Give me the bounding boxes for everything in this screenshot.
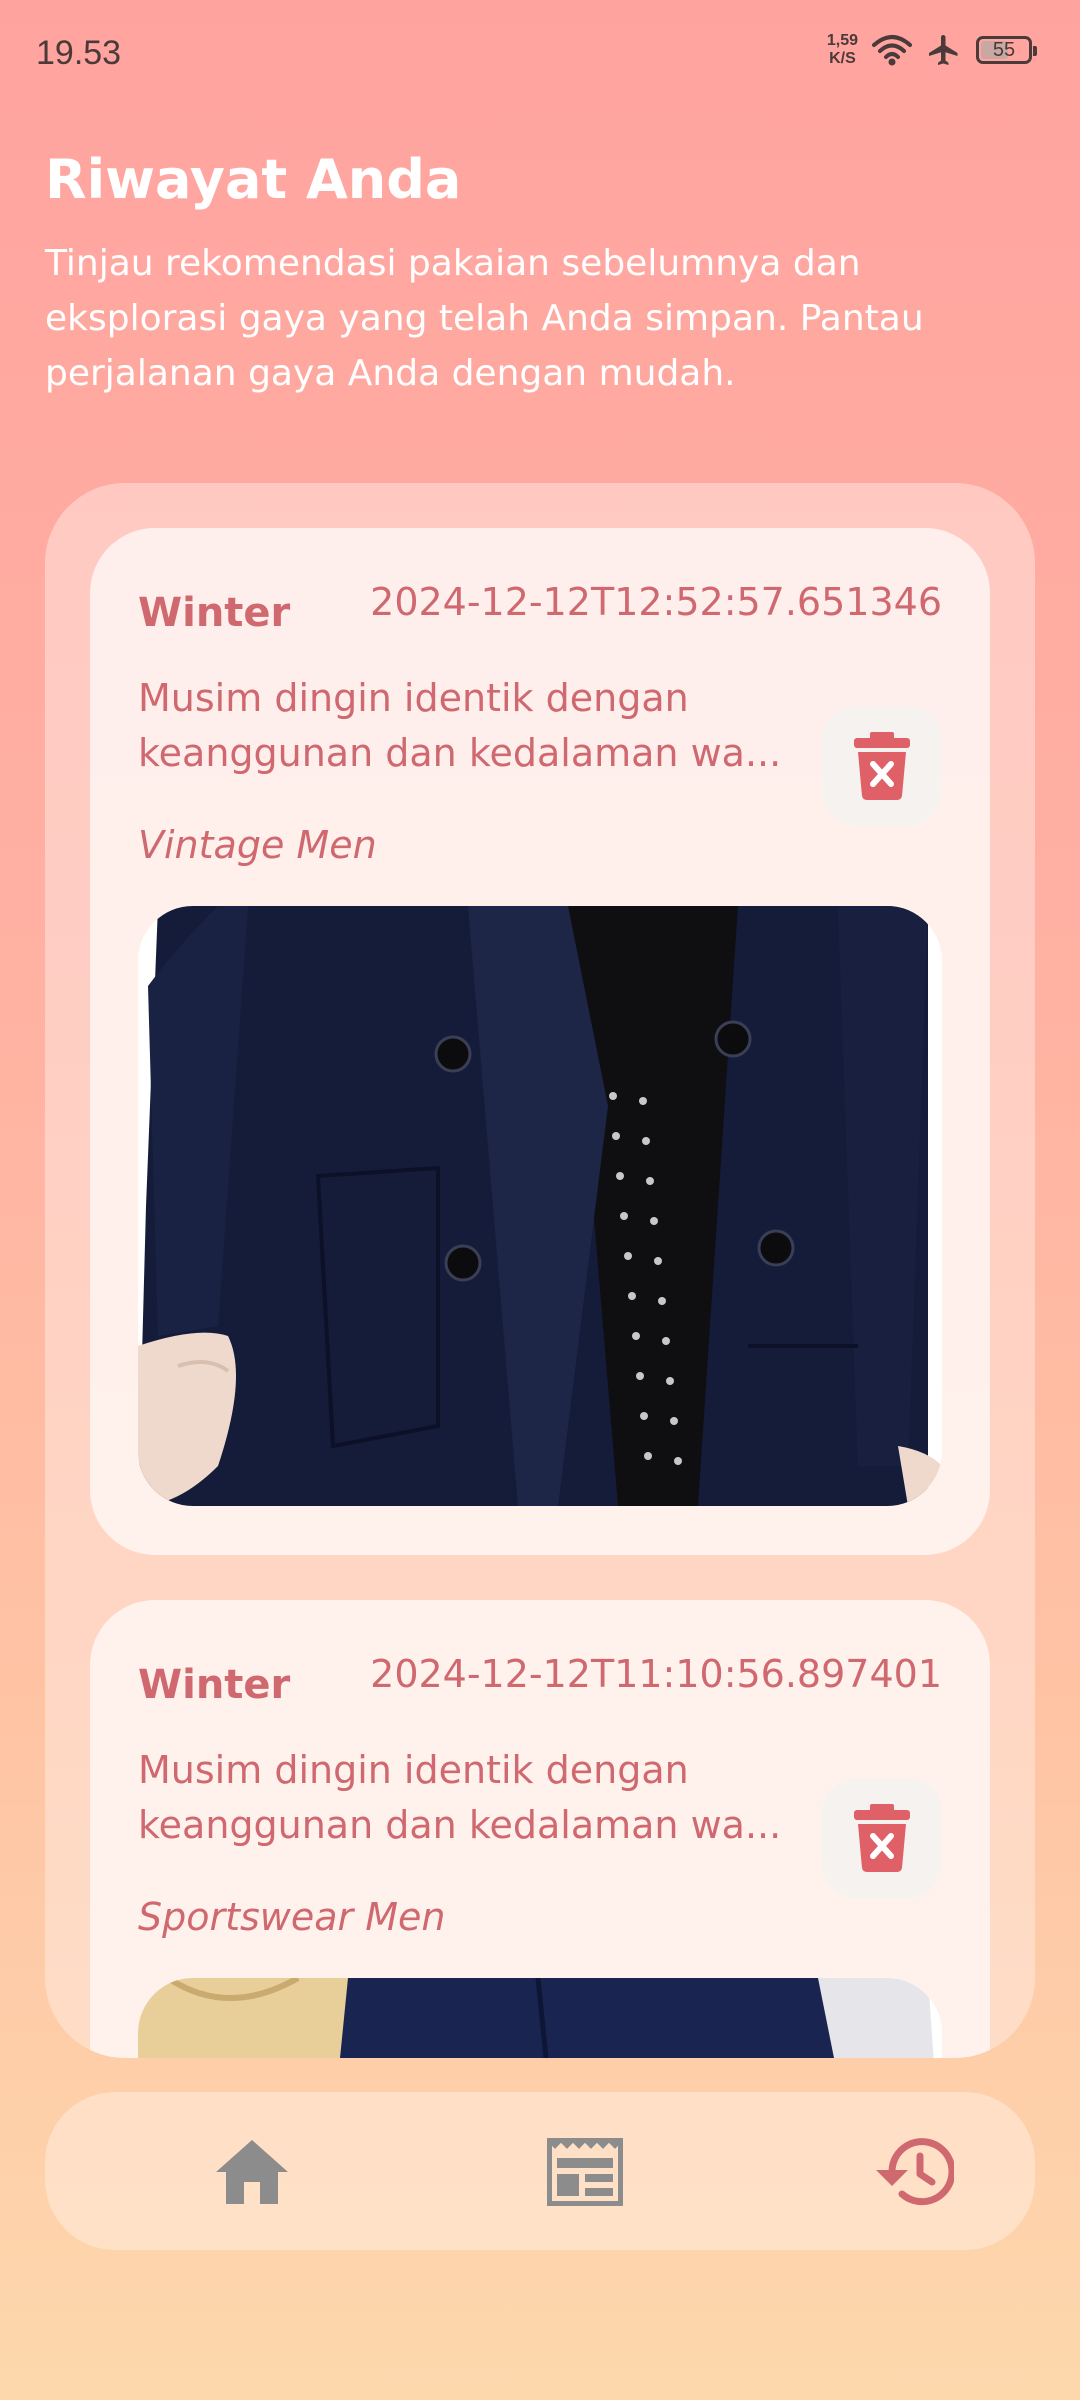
wifi-icon — [872, 35, 912, 66]
nav-history[interactable] — [867, 2127, 957, 2217]
history-icon — [876, 2138, 954, 2206]
trash-icon — [854, 1804, 910, 1872]
history-description: Musim dingin identik dengan keanggunan d… — [138, 671, 798, 781]
outfit-image — [138, 1978, 942, 2058]
network-speed: 1,59 K/S — [827, 32, 858, 68]
history-timestamp: 2024-12-12T12:52:57.651346 — [370, 580, 942, 624]
outfit-image — [138, 906, 942, 1506]
page-title: Riwayat Anda — [45, 148, 462, 211]
nav-home[interactable] — [207, 2127, 297, 2217]
airplane-icon — [929, 35, 958, 65]
history-style: Vintage Men — [138, 823, 377, 867]
history-description-line: Musim dingin identik dengan — [138, 676, 689, 720]
home-icon — [216, 2140, 288, 2204]
history-timestamp: 2024-12-12T11:10:56.897401 — [370, 1652, 942, 1696]
delete-button[interactable] — [822, 706, 942, 826]
page-subtitle: Tinjau rekomendasi pakaian sebelumnya da… — [45, 243, 924, 394]
coat-image — [138, 906, 942, 1506]
history-card[interactable]: Winter 2024-12-12T12:52:57.651346 Musim … — [90, 528, 990, 1555]
bottom-navigation — [45, 2092, 1035, 2250]
status-bar: 19.53 1,59 K/S 55 — [0, 0, 1080, 110]
history-season: Winter — [138, 1662, 291, 1708]
history-description: Musim dingin identik dengan keanggunan d… — [138, 1743, 798, 1853]
status-icons: 1,59 K/S 55 — [827, 32, 1037, 68]
history-description-line: keanggunan dan kedalaman wa... — [138, 731, 782, 775]
feed-icon — [547, 2138, 623, 2206]
nav-feed[interactable] — [540, 2127, 630, 2217]
battery-indicator: 55 — [976, 36, 1037, 64]
history-style: Sportswear Men — [138, 1895, 446, 1939]
history-season: Winter — [138, 590, 291, 636]
status-time: 19.53 — [36, 34, 122, 72]
battery-level: 55 — [992, 38, 1016, 61]
delete-button[interactable] — [822, 1778, 942, 1898]
history-description-line: keanggunan dan kedalaman wa... — [138, 1803, 782, 1847]
jacket-image — [138, 1978, 942, 2058]
trash-icon — [854, 732, 910, 800]
history-list[interactable]: Winter 2024-12-12T12:52:57.651346 Musim … — [45, 483, 1035, 2058]
network-speed-value: 1,59 — [826, 32, 858, 49]
history-description-line: Musim dingin identik dengan — [138, 1748, 689, 1792]
network-speed-unit: K/S — [829, 50, 856, 67]
history-card[interactable]: Winter 2024-12-12T11:10:56.897401 Musim … — [90, 1600, 990, 2058]
